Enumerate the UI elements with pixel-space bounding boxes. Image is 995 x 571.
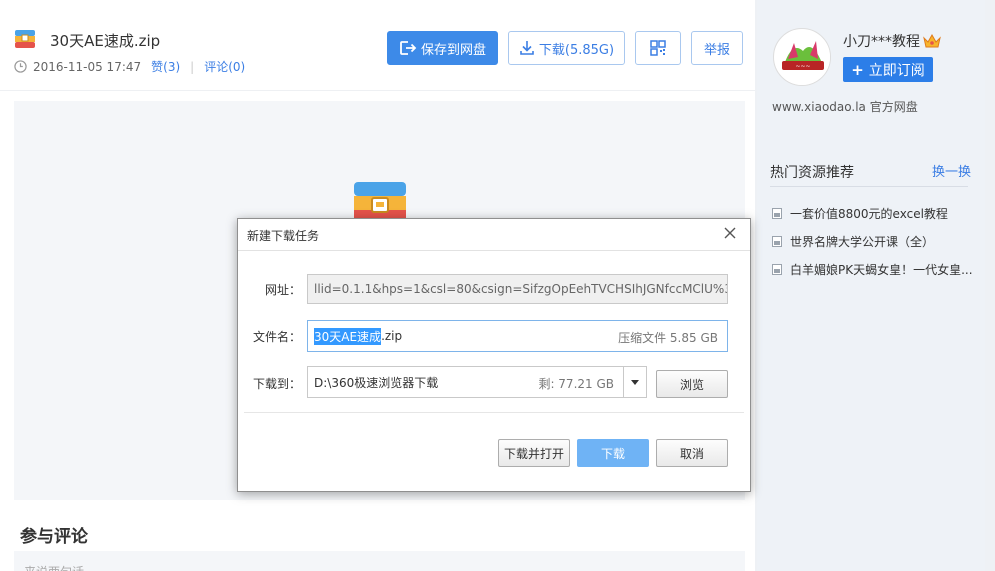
browse-button[interactable]: 浏览 xyxy=(656,370,728,398)
header-divider xyxy=(0,90,755,91)
dialog-title: 新建下载任务 xyxy=(247,229,320,243)
close-icon[interactable] xyxy=(723,226,737,240)
hot-resources-title: 热门资源推荐 xyxy=(770,165,854,181)
cancel-button[interactable]: 取消 xyxy=(656,439,728,467)
url-value: llid=0.1.1&hps=1&csl=80&csign=SifzgOpEeh… xyxy=(314,282,728,296)
file-info: 压缩文件 5.85 GB xyxy=(618,331,718,345)
save-path-field[interactable]: D:\360极速浏览器下载 剩: 77.21 GB xyxy=(307,366,624,398)
new-download-dialog: 新建下载任务 网址： llid=0.1.1&hps=1&csl=80&csign… xyxy=(237,218,751,492)
filename-extension: .zip xyxy=(381,329,403,343)
free-space: 剩: 77.21 GB xyxy=(538,377,614,391)
url-label: 网址： xyxy=(265,283,302,297)
avatar[interactable]: ~~~ xyxy=(773,28,831,86)
dialog-footer-divider xyxy=(244,412,744,413)
filename-selected-text: 30天AE速成 xyxy=(314,327,382,345)
username[interactable]: 小刀***教程 xyxy=(843,31,941,51)
avatar-logo-icon: ~~~ xyxy=(775,30,830,85)
clock-icon xyxy=(14,60,27,73)
site-description: www.xiaodao.la 官方网盘 xyxy=(772,100,918,114)
download-and-open-button[interactable]: 下载并打开 xyxy=(498,439,570,467)
dialog-title-divider xyxy=(238,250,750,251)
save-icon xyxy=(400,41,417,55)
document-icon xyxy=(772,207,782,219)
upload-date: 2016-11-05 17:47 xyxy=(33,59,142,74)
qrcode-icon xyxy=(650,40,666,56)
save-label: 保存到网盘 xyxy=(420,42,486,58)
download-label: 下载(5.85G) xyxy=(538,42,615,58)
svg-text:~~~: ~~~ xyxy=(795,63,810,70)
save-path-value: D:\360极速浏览器下载 xyxy=(314,375,439,390)
list-item[interactable]: 一套价值8800元的excel教程 xyxy=(772,199,982,227)
subscribe-button[interactable]: + 立即订阅 xyxy=(843,57,933,82)
comment-section-title: 参与评论 xyxy=(20,527,88,547)
crown-icon xyxy=(923,33,941,48)
hot-divider xyxy=(770,186,968,187)
document-icon xyxy=(772,263,782,275)
save-path-label: 下载到： xyxy=(253,377,302,391)
like-link[interactable]: 赞(3) xyxy=(151,58,180,75)
zip-archive-icon xyxy=(354,182,406,220)
download-icon xyxy=(520,41,534,55)
save-to-disk-button[interactable]: 保存到网盘 xyxy=(387,31,498,65)
file-name: 30天AE速成.zip xyxy=(50,32,161,50)
list-item[interactable]: 世界名牌大学公开课（全） xyxy=(772,227,982,255)
list-item-label: 白羊媚娘PK天蝎女皇！一代女皇... xyxy=(790,262,973,277)
download-button[interactable]: 下载(5.85G) xyxy=(508,31,625,65)
plus-icon: + xyxy=(851,60,864,79)
filename-field[interactable]: 30天AE速成 .zip 压缩文件 5.85 GB xyxy=(307,320,728,352)
refresh-link[interactable]: 换一换 xyxy=(932,161,971,180)
document-icon xyxy=(772,235,782,247)
qrcode-button[interactable] xyxy=(635,31,681,65)
report-button[interactable]: 举报 xyxy=(691,31,743,65)
list-item[interactable]: 白羊媚娘PK天蝎女皇！一代女皇... xyxy=(772,255,982,283)
hot-list: 一套价值8800元的excel教程 世界名牌大学公开课（全） 白羊媚娘PK天蝎女… xyxy=(772,199,982,283)
comment-input[interactable]: 来说两句话... xyxy=(14,551,745,571)
list-item-label: 世界名牌大学公开课（全） xyxy=(790,234,935,249)
comment-placeholder: 来说两句话... xyxy=(24,563,95,571)
list-item-label: 一套价值8800元的excel教程 xyxy=(790,206,948,221)
meta-separator: | xyxy=(190,59,195,74)
zip-file-icon xyxy=(15,30,35,48)
url-field[interactable]: llid=0.1.1&hps=1&csl=80&csign=SifzgOpEeh… xyxy=(307,274,728,304)
subscribe-label: 立即订阅 xyxy=(868,62,925,79)
sidebar: ~~~ 小刀***教程 + 立即订阅 www.xiaodao.la 官方网盘 热… xyxy=(757,0,985,571)
file-meta: 2016-11-05 17:47 赞(3) | 评论(0) xyxy=(14,58,245,75)
username-text: 小刀***教程 xyxy=(843,34,920,50)
confirm-download-button[interactable]: 下载 xyxy=(577,439,649,467)
path-dropdown-button[interactable] xyxy=(623,366,647,398)
comment-link[interactable]: 评论(0) xyxy=(204,58,245,75)
filename-label: 文件名： xyxy=(253,330,302,344)
